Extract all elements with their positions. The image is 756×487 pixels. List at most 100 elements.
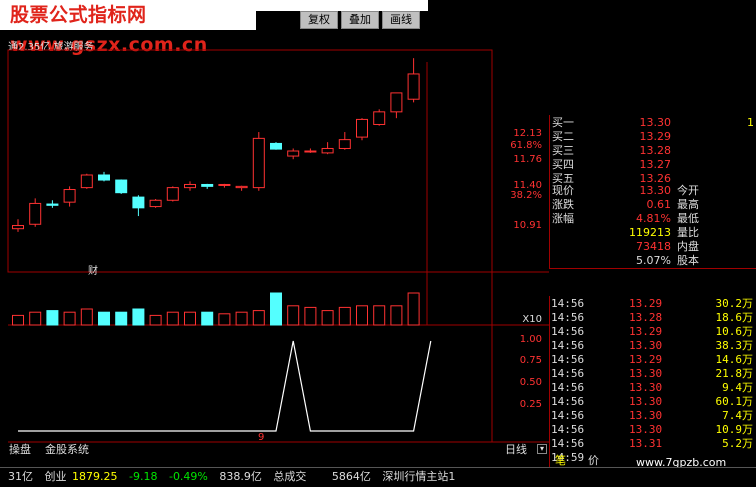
status-server[interactable]: 深圳行情主站1 — [382, 468, 455, 486]
volume-bar[interactable] — [321, 310, 334, 326]
status-index-change: -9.18 — [129, 470, 158, 483]
volume-bar[interactable] — [407, 292, 420, 326]
candle[interactable] — [287, 148, 300, 160]
candle-body — [407, 73, 420, 100]
tab-price[interactable]: 价 — [588, 455, 608, 467]
volume-bar[interactable] — [80, 308, 93, 326]
candle[interactable] — [235, 185, 248, 191]
volume-bar[interactable] — [149, 314, 162, 326]
volume-bar[interactable] — [115, 311, 128, 326]
status-index-name[interactable]: 创业 — [45, 468, 67, 486]
candle-body — [132, 196, 145, 209]
candle[interactable] — [201, 183, 214, 189]
volume-bar[interactable] — [373, 305, 386, 326]
axis-label-38-2: 38.2% — [510, 190, 542, 201]
bid-row[interactable]: 买三 13.28 — [549, 144, 756, 158]
candle[interactable] — [373, 109, 386, 126]
status-index-value: 1879.25 — [72, 470, 118, 483]
candle[interactable] — [149, 199, 162, 208]
candle[interactable] — [218, 183, 231, 188]
candle-body — [390, 92, 403, 113]
candle[interactable] — [184, 181, 196, 191]
candle-body — [201, 183, 214, 187]
candle[interactable] — [29, 198, 42, 227]
candle[interactable] — [304, 148, 317, 153]
volume-bar[interactable] — [98, 311, 110, 326]
volume-bar[interactable] — [287, 305, 300, 326]
candle-body — [356, 118, 368, 138]
candle[interactable] — [338, 132, 351, 150]
candle-body — [304, 150, 317, 153]
tick-price: 13.29 — [629, 297, 663, 310]
quote-stat-label: 现价 — [552, 184, 574, 197]
candle-body — [321, 147, 334, 154]
tick-volume: 38.3万 — [715, 339, 754, 352]
candle[interactable] — [46, 200, 59, 208]
tick-row: 14:56 13.30 9.4万 — [549, 381, 756, 395]
bid-row[interactable]: 买四 13.27 — [549, 158, 756, 172]
kline-chart[interactable] — [0, 0, 549, 467]
volume-bar[interactable] — [184, 311, 196, 326]
volume-bar[interactable] — [166, 311, 179, 326]
volume-bar[interactable] — [270, 292, 282, 326]
tick-price: 13.29 — [629, 353, 663, 366]
bid-row[interactable]: 买一 13.30 1 — [549, 116, 756, 130]
axis-label-11-76: 11.76 — [513, 154, 542, 165]
quote-stat-label2: 最高 — [677, 198, 699, 211]
tick-price: 13.30 — [629, 409, 663, 422]
tick-row: 14:56 13.30 10.9万 — [549, 423, 756, 437]
candle-body — [12, 225, 24, 230]
volume-bar[interactable] — [338, 306, 351, 326]
candle[interactable] — [270, 142, 282, 150]
candle[interactable] — [407, 58, 420, 103]
candle[interactable] — [80, 173, 93, 189]
bid-price: 13.28 — [639, 144, 672, 157]
candle[interactable] — [115, 179, 128, 194]
volume-bar[interactable] — [356, 305, 368, 326]
bid-row[interactable]: 买二 13.29 — [549, 130, 756, 144]
bid-price: 13.27 — [639, 158, 672, 171]
volume-bar[interactable] — [12, 314, 24, 326]
tab-trades[interactable]: 笔 — [555, 455, 575, 467]
tick-row: 14:56 13.29 10.6万 — [549, 325, 756, 339]
volume-bar[interactable] — [235, 311, 248, 326]
volume-bar[interactable] — [132, 308, 145, 326]
bid-label: 买二 — [552, 130, 574, 143]
tab-golden-stock-system[interactable]: 金股系统 — [45, 443, 89, 457]
volume-bar[interactable] — [390, 305, 403, 326]
candle-body — [373, 111, 386, 125]
status-amount-a: 31亿 — [8, 470, 33, 483]
quote-stat-label2: 今开 — [677, 184, 699, 197]
candle[interactable] — [252, 132, 265, 191]
tab-operation[interactable]: 操盘 — [9, 443, 31, 457]
volume-bar[interactable] — [201, 311, 214, 326]
volume-bar[interactable] — [29, 311, 42, 326]
candle[interactable] — [390, 92, 403, 119]
tick-time: 14:56 — [551, 297, 585, 310]
finance-marker[interactable]: 财 — [88, 262, 98, 277]
candle[interactable] — [132, 195, 145, 217]
ind-axis-1-00: 1.00 — [519, 334, 542, 345]
volume-bar[interactable] — [218, 313, 231, 326]
ind-axis-0-50: 0.50 — [519, 377, 542, 388]
candle[interactable] — [63, 186, 76, 207]
candle[interactable] — [356, 118, 368, 141]
tick-volume: 7.4万 — [722, 409, 753, 422]
quote-stat-row: 73418 内盘 — [549, 240, 756, 254]
tick-row: 14:56 13.30 60.1万 — [549, 395, 756, 409]
volume-bar[interactable] — [46, 310, 59, 326]
candle[interactable] — [98, 171, 110, 182]
quote-stat-row: 119213 量比 — [549, 226, 756, 240]
scroll-down-icon[interactable]: ▾ — [537, 444, 547, 454]
status-total-value: 5864亿 — [331, 470, 371, 483]
candle[interactable] — [166, 186, 179, 202]
volume-bar[interactable] — [252, 310, 265, 326]
period-day-label[interactable]: 日线 — [505, 443, 527, 457]
volume-bar[interactable] — [63, 311, 76, 326]
candle-body — [252, 137, 265, 189]
candle[interactable] — [321, 142, 334, 155]
quote-stat-label: 涨幅 — [552, 212, 574, 225]
quote-stat-value: 0.61 — [646, 198, 672, 211]
volume-bar[interactable] — [304, 306, 317, 326]
candle[interactable] — [12, 219, 24, 232]
